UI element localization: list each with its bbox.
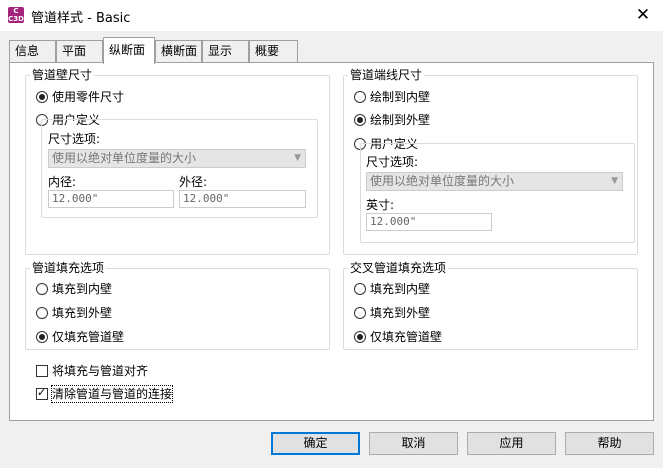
- radio-end-outer-wall[interactable]: 绘制到外壁: [354, 112, 554, 128]
- civil3d-app-icon: C C3D: [8, 7, 24, 23]
- checkbox-align-fill[interactable]: 将填充与管道对齐: [36, 363, 256, 379]
- close-icon[interactable]: ✕: [631, 4, 655, 26]
- chevron-down-icon: ▼: [611, 176, 618, 186]
- radio-cross-fill-wall-only[interactable]: 仅填充管道壁: [354, 329, 554, 345]
- radio-fill-inner[interactable]: 填充到内壁: [36, 281, 236, 297]
- checkbox-clear-connection[interactable]: 清除管道与管道的连接: [36, 385, 256, 403]
- outer-diameter-field[interactable]: 12.000": [179, 190, 306, 208]
- radio-dot: [36, 283, 48, 295]
- end-line-title: 管道端线尺寸: [348, 68, 425, 82]
- radio-dot: [354, 331, 366, 343]
- inner-diameter-label: 内径:: [48, 175, 77, 189]
- checkbox-box: [36, 365, 48, 377]
- fill-options-title: 管道填充选项: [30, 261, 107, 275]
- radio-dot: [354, 283, 366, 295]
- radio-cross-fill-inner[interactable]: 填充到内壁: [354, 281, 554, 297]
- window-title: 管道样式 - Basic: [31, 11, 131, 26]
- tab-section[interactable]: 横断面: [155, 40, 202, 62]
- tab-display[interactable]: 显示: [202, 40, 249, 62]
- radio-dot: [354, 114, 366, 126]
- help-button[interactable]: 帮助: [565, 432, 654, 455]
- inch-label: 英寸:: [366, 198, 395, 212]
- apply-button[interactable]: 应用: [467, 432, 556, 455]
- tab-info[interactable]: 信息: [9, 40, 56, 62]
- wall-size-option-label: 尺寸选项:: [48, 132, 101, 146]
- radio-fill-outer[interactable]: 填充到外壁: [36, 305, 236, 321]
- radio-use-part-size[interactable]: 使用零件尺寸: [36, 89, 236, 105]
- cross-fill-title: 交叉管道填充选项: [348, 261, 449, 275]
- inch-field[interactable]: 12.000": [366, 213, 492, 231]
- radio-dot: [36, 331, 48, 343]
- wall-size-option-select[interactable]: 使用以绝对单位度量的大小 ▼: [48, 149, 306, 168]
- radio-end-inner-wall[interactable]: 绘制到内壁: [354, 89, 554, 105]
- end-size-option-label: 尺寸选项:: [366, 155, 419, 169]
- chevron-down-icon: ▼: [294, 153, 301, 163]
- radio-dot: [36, 307, 48, 319]
- checkbox-box: [36, 386, 48, 400]
- end-size-option-select[interactable]: 使用以绝对单位度量的大小 ▼: [366, 172, 623, 191]
- wall-size-title: 管道壁尺寸: [30, 68, 95, 82]
- radio-cross-fill-outer[interactable]: 填充到外壁: [354, 305, 554, 321]
- tab-summary[interactable]: 概要: [249, 40, 298, 62]
- radio-fill-wall-only[interactable]: 仅填充管道壁: [36, 329, 236, 345]
- radio-dot: [354, 91, 366, 103]
- inner-diameter-field[interactable]: 12.000": [48, 190, 174, 208]
- tab-profile[interactable]: 纵断面: [103, 37, 155, 64]
- radio-dot: [36, 91, 48, 103]
- outer-diameter-label: 外径:: [179, 175, 208, 189]
- radio-dot: [354, 307, 366, 319]
- tab-plan[interactable]: 平面: [56, 40, 103, 62]
- cancel-button[interactable]: 取消: [369, 432, 458, 455]
- ok-button[interactable]: 确定: [271, 432, 360, 455]
